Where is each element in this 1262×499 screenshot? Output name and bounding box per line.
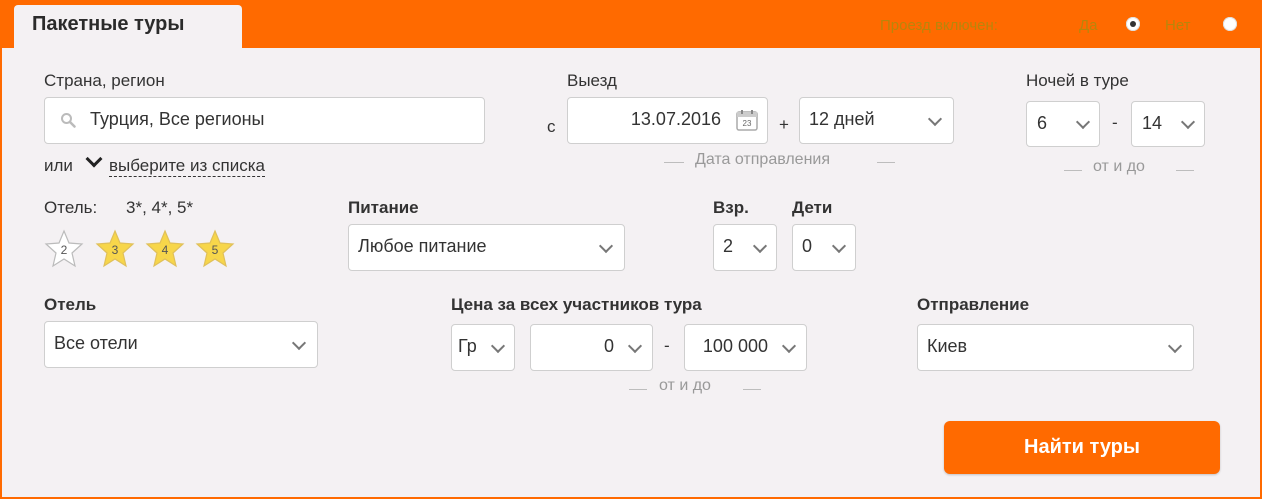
departure-plus: + xyxy=(779,115,789,134)
nights-separator: - xyxy=(1112,113,1118,132)
currency-value: Гр xyxy=(458,336,477,356)
chevron-down-icon xyxy=(927,111,943,126)
departure-from-prefix: с xyxy=(547,117,556,136)
search-tours-button[interactable]: Найти туры xyxy=(944,421,1220,474)
price-label: Цена за всех участников тура xyxy=(451,295,702,314)
adults-label: Взр. xyxy=(713,198,749,217)
children-value: 0 xyxy=(802,236,813,256)
children-select[interactable]: 0 xyxy=(792,224,856,271)
children-label: Дети xyxy=(792,198,833,217)
tab-package-tours[interactable]: Пакетные туры xyxy=(14,5,242,48)
departure-label: Выезд xyxy=(567,71,617,90)
adults-value: 2 xyxy=(723,236,734,256)
star-rating-2[interactable]: 2 xyxy=(44,228,84,268)
destination-input[interactable]: Турция, Все регионы xyxy=(44,97,485,144)
chevron-down-icon xyxy=(781,338,797,353)
price-hint: от и до xyxy=(659,377,711,394)
nights-from-value: 6 xyxy=(1037,113,1048,133)
price-from-select[interactable]: 0 xyxy=(530,324,653,371)
star-label: 3 xyxy=(111,243,119,257)
hotel-value: Все отели xyxy=(54,333,138,353)
hint-dash xyxy=(877,162,895,163)
chevron-down-icon xyxy=(831,238,847,253)
choose-from-list-link[interactable]: выберите из списка xyxy=(109,156,265,177)
transfer-label: Проезд включен: xyxy=(880,17,998,34)
hint-dash xyxy=(1064,170,1082,171)
departure-date-value: 13.07.2016 xyxy=(630,109,721,129)
hotel-category-value: 3*, 4*, 5* xyxy=(126,198,194,217)
chevron-down-icon[interactable] xyxy=(85,150,103,168)
transfer-yes-radio[interactable] xyxy=(1126,17,1140,31)
nights-to-value: 14 xyxy=(1142,113,1163,133)
price-to-select[interactable]: 100 000 xyxy=(684,324,807,371)
chevron-down-icon xyxy=(1075,114,1091,130)
nights-hint: от и до xyxy=(1093,158,1145,175)
hint-dash xyxy=(743,389,761,390)
star-rating-4[interactable]: 4 xyxy=(145,228,185,268)
chevron-down-icon xyxy=(1180,114,1196,130)
departure-city-value: Киев xyxy=(927,336,968,356)
departure-date-field[interactable]: 13.07.2016 23 xyxy=(567,97,768,144)
meal-label: Питание xyxy=(348,198,419,217)
nights-from-select[interactable]: 6 xyxy=(1026,101,1100,147)
chevron-down-icon xyxy=(291,335,307,350)
tab-label: Пакетные туры xyxy=(32,13,185,35)
search-icon xyxy=(60,112,76,128)
departure-city-label: Отправление xyxy=(917,295,1030,314)
price-to-value: 100 000 xyxy=(702,336,768,356)
price-from-value: 0 xyxy=(603,336,614,356)
transfer-no-radio[interactable] xyxy=(1223,17,1237,31)
chevron-down-icon xyxy=(598,238,614,253)
tour-search-widget: Пакетные туры Проезд включен: Да Нет Стр… xyxy=(0,0,1262,499)
chevron-down-icon xyxy=(490,338,506,353)
star-label: 5 xyxy=(211,243,219,257)
adults-select[interactable]: 2 xyxy=(713,224,777,271)
destination-value: Турция, Все регионы xyxy=(90,109,265,129)
price-separator: - xyxy=(664,336,670,355)
star-label: 2 xyxy=(60,243,68,257)
hint-dash xyxy=(664,162,684,163)
nights-to-select[interactable]: 14 xyxy=(1131,101,1205,147)
chevron-down-icon xyxy=(627,338,643,353)
hotel-category-label: Отель: xyxy=(44,198,98,217)
star-label: 4 xyxy=(161,243,169,257)
chevron-down-icon xyxy=(752,238,768,253)
chevron-down-icon xyxy=(1167,338,1183,353)
calendar-day: 23 xyxy=(742,119,752,128)
hint-dash xyxy=(629,389,647,390)
hotel-label: Отель xyxy=(44,295,97,314)
departure-days-select[interactable]: 12 дней xyxy=(799,97,954,144)
meal-select[interactable]: Любое питание xyxy=(348,224,625,271)
or-text: или xyxy=(44,156,73,175)
currency-select[interactable]: Гр xyxy=(451,324,515,371)
destination-label: Страна, регион xyxy=(44,71,165,90)
departure-days-value: 12 дней xyxy=(809,109,875,129)
calendar-icon[interactable]: 23 xyxy=(735,108,759,132)
hotel-select[interactable]: Все отели xyxy=(44,321,318,368)
transfer-no-label[interactable]: Нет xyxy=(1165,17,1191,34)
star-rating-5[interactable]: 5 xyxy=(195,228,235,268)
hint-dash xyxy=(1176,170,1194,171)
departure-city-select[interactable]: Киев xyxy=(917,324,1194,371)
transfer-yes-label[interactable]: Да xyxy=(1079,17,1098,34)
nights-label: Ночей в туре xyxy=(1026,71,1129,90)
meal-value: Любое питание xyxy=(358,236,487,256)
star-rating-3[interactable]: 3 xyxy=(95,228,135,268)
departure-date-hint: Дата отправления xyxy=(695,151,831,168)
